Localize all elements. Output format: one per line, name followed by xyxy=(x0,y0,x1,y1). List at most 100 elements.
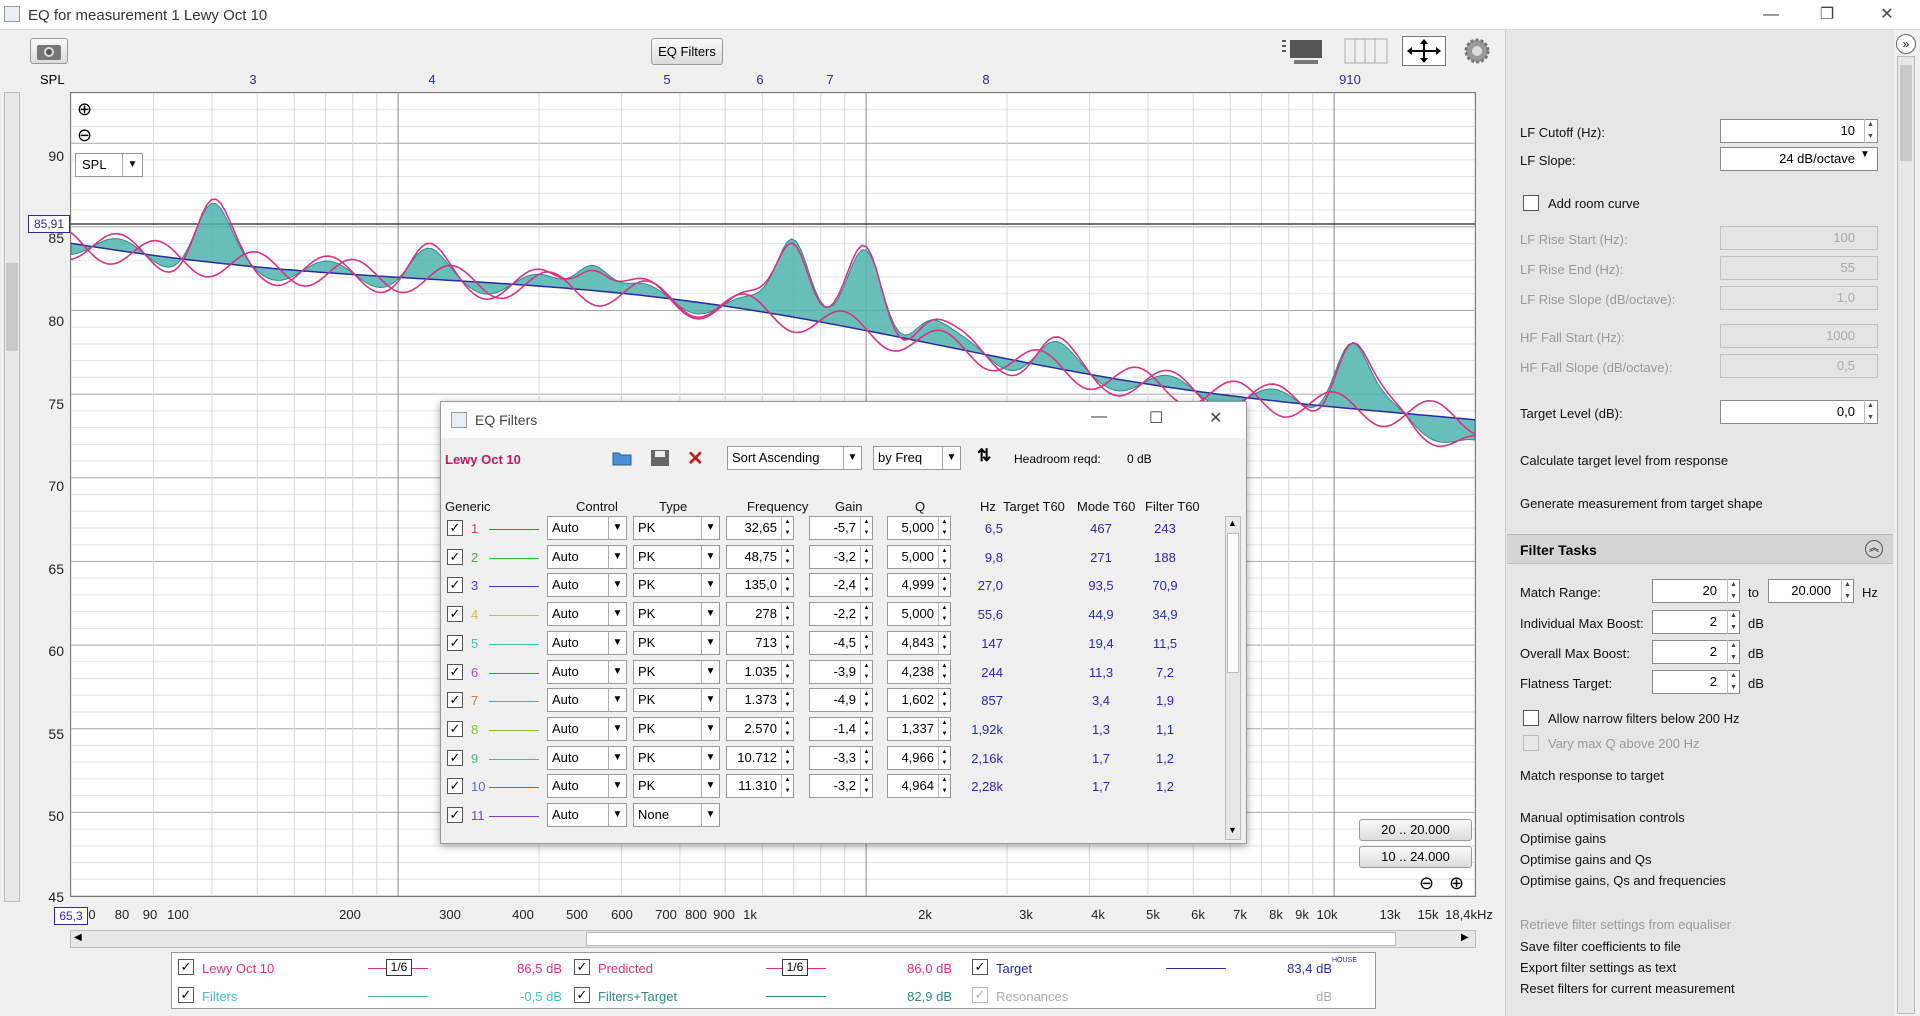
filter-enable-checkbox[interactable]: ✓ xyxy=(447,807,463,823)
target-level-spinner[interactable]: ▲ ▼ xyxy=(1864,400,1876,424)
control-select[interactable]: Auto ▼ xyxy=(547,745,627,770)
spinner-icon[interactable]: ▲ ▼ xyxy=(938,717,950,740)
scroll-thumb[interactable] xyxy=(586,932,1396,946)
gain-input[interactable]: -3,9 ▲ ▼ xyxy=(809,659,873,684)
collapse-icon[interactable]: ︽ xyxy=(1865,540,1883,558)
spinner-icon[interactable]: ▲ ▼ xyxy=(860,746,872,769)
checkbox[interactable]: ✓ xyxy=(574,987,590,1003)
spinner-icon[interactable]: ▲ ▼ xyxy=(781,717,793,740)
zoom-out-icon[interactable]: ⊖ xyxy=(77,125,92,146)
spinner-icon[interactable]: ▲ ▼ xyxy=(860,517,872,539)
vertical-scrollbar[interactable] xyxy=(4,92,20,902)
right-panel-scrollbar[interactable] xyxy=(1897,56,1915,1014)
checkbox[interactable]: ✓ xyxy=(178,959,194,975)
filter-enable-checkbox[interactable]: ✓ xyxy=(447,548,463,565)
spinner-icon[interactable]: ▲ ▼ xyxy=(781,689,793,712)
gain-input[interactable]: -1,4 ▲ ▼ xyxy=(809,716,873,741)
spinner-icon[interactable]: ▲ ▼ xyxy=(938,746,950,769)
spinner-icon[interactable]: ▲ ▼ xyxy=(781,603,793,626)
spinner-icon[interactable]: ▲ ▼ xyxy=(781,746,793,769)
gain-input[interactable]: -5,7 ▲ ▼ xyxy=(809,516,873,540)
spinner-icon[interactable]: ▲ ▼ xyxy=(781,574,793,597)
filter-enable-checkbox[interactable]: ✓ xyxy=(447,634,463,651)
optimise-gains-qs-button[interactable]: Optimise gains and Qs xyxy=(1520,852,1652,867)
frequency-input[interactable]: 135,0 ▲ ▼ xyxy=(726,573,794,598)
zoom-in-icon[interactable]: ⊕ xyxy=(1449,873,1464,894)
gain-input[interactable]: -3,2 ▲ ▼ xyxy=(809,774,873,799)
spinner-icon[interactable]: ▲ ▼ xyxy=(781,517,793,539)
maximize-button[interactable]: ❐ xyxy=(1804,0,1850,30)
q-input[interactable]: 5,000 ▲ ▼ xyxy=(887,544,951,569)
checbox[interactable]: ✓ xyxy=(574,959,590,975)
frequency-input[interactable]: 48,75 ▲ ▼ xyxy=(726,544,794,569)
smoothing-button[interactable]: 1/6 xyxy=(782,959,808,976)
spinner-icon[interactable]: ▲ ▼ xyxy=(860,775,872,798)
eq-filters-button[interactable]: EQ Filters xyxy=(651,38,723,65)
lf-cutoff-spinner[interactable]: ▲ ▼ xyxy=(1864,119,1876,143)
folder-icon[interactable] xyxy=(611,448,633,468)
minimize-button[interactable]: — xyxy=(1748,0,1794,30)
spinner-icon[interactable]: ▲ ▼ xyxy=(938,689,950,712)
move-icon[interactable] xyxy=(1402,36,1446,66)
match-response-button[interactable]: Match response to target xyxy=(1520,768,1664,783)
gain-input[interactable]: -4,9 ▲ ▼ xyxy=(809,688,873,713)
spinner-icon[interactable]: ▲ ▼ xyxy=(938,574,950,597)
maximize-button[interactable]: ☐ xyxy=(1149,408,1163,428)
type-select[interactable]: PK ▼ xyxy=(633,716,720,741)
type-select[interactable]: PK ▼ xyxy=(633,745,720,770)
spinner-icon[interactable]: ▲ ▼ xyxy=(781,660,793,683)
gear-icon[interactable] xyxy=(1462,36,1492,66)
sort-select[interactable]: Sort Ascending ▼ xyxy=(727,446,862,470)
scroll-right-icon[interactable]: ▶ xyxy=(1461,932,1469,943)
type-select[interactable]: PK ▼ xyxy=(633,630,720,655)
target-level-input[interactable]: 0,0 xyxy=(1720,400,1878,424)
gain-input[interactable]: -3,3 ▲ ▼ xyxy=(809,745,873,770)
spinner-icon[interactable]: ▲ ▼ xyxy=(781,775,793,798)
scroll-up-icon[interactable]: ▲ xyxy=(1228,518,1237,528)
match-from-spinner[interactable]: ▲ ▼ xyxy=(1727,579,1739,603)
checkbox[interactable]: ✓ xyxy=(972,959,988,975)
export-settings-button[interactable]: Export filter settings as text xyxy=(1520,960,1676,975)
spinner-icon[interactable]: ▲ ▼ xyxy=(938,631,950,654)
control-select[interactable]: Auto ▼ xyxy=(547,803,627,827)
zoom-out-icon[interactable]: ⊖ xyxy=(1419,873,1434,894)
frequency-input[interactable]: 10.712 ▲ ▼ xyxy=(726,745,794,770)
match-to-spinner[interactable]: ▲ ▼ xyxy=(1841,579,1853,603)
checkbox[interactable]: ✓ xyxy=(178,987,194,1003)
control-select[interactable]: Auto ▼ xyxy=(547,516,627,540)
calc-target-button[interactable]: Calculate target level from response xyxy=(1520,453,1728,468)
spinner-icon[interactable]: ▲ ▼ xyxy=(938,517,950,539)
frequency-input[interactable]: 11.310 ▲ ▼ xyxy=(726,774,794,799)
filter-enable-checkbox[interactable]: ✓ xyxy=(447,749,463,766)
type-select[interactable]: None ▼ xyxy=(633,803,720,827)
lf-slope-select[interactable]: 24 dB/octave xyxy=(1720,147,1878,171)
camera-icon[interactable] xyxy=(30,38,68,64)
add-room-checkbox[interactable] xyxy=(1523,195,1539,211)
q-input[interactable]: 5,000 ▲ ▼ xyxy=(887,602,951,627)
columns-icon[interactable] xyxy=(1343,36,1389,66)
manual-controls-button[interactable]: Manual optimisation controls xyxy=(1520,810,1685,825)
control-select[interactable]: Auto ▼ xyxy=(547,688,627,713)
close-button[interactable]: ✕ xyxy=(1209,408,1222,428)
spinner-icon[interactable]: ▲ ▼ xyxy=(860,574,872,597)
q-input[interactable]: 1,602 ▲ ▼ xyxy=(887,688,951,713)
layout-icon[interactable] xyxy=(1280,36,1326,66)
q-input[interactable]: 5,000 ▲ ▼ xyxy=(887,516,951,540)
spinner-icon[interactable]: ▲ ▼ xyxy=(860,689,872,712)
sort-by-select[interactable]: by Freq ▼ xyxy=(873,446,961,470)
frequency-input[interactable]: 713 ▲ ▼ xyxy=(726,630,794,655)
range-20-20000-button[interactable]: 20 .. 20.000 xyxy=(1359,819,1472,841)
q-input[interactable]: 4,966 ▲ ▼ xyxy=(887,745,951,770)
ind-boost-spinner[interactable]: ▲ ▼ xyxy=(1727,610,1739,634)
lf-cutoff-input[interactable]: 10 xyxy=(1720,119,1878,143)
frequency-input[interactable]: 1.373 ▲ ▼ xyxy=(726,688,794,713)
spinner-icon[interactable]: ▲ ▼ xyxy=(938,775,950,798)
frequency-input[interactable]: 2.570 ▲ ▼ xyxy=(726,716,794,741)
control-select[interactable]: Auto ▼ xyxy=(547,630,627,655)
reset-filters-button[interactable]: Reset filters for current measurement xyxy=(1520,981,1735,996)
narrow-filters-checkbox[interactable] xyxy=(1523,710,1539,726)
filter-enable-checkbox[interactable]: ✓ xyxy=(447,663,463,680)
type-select[interactable]: PK ▼ xyxy=(633,516,720,540)
spinner-icon[interactable]: ▲ ▼ xyxy=(938,660,950,683)
zoom-in-icon[interactable]: ⊕ xyxy=(77,99,92,120)
